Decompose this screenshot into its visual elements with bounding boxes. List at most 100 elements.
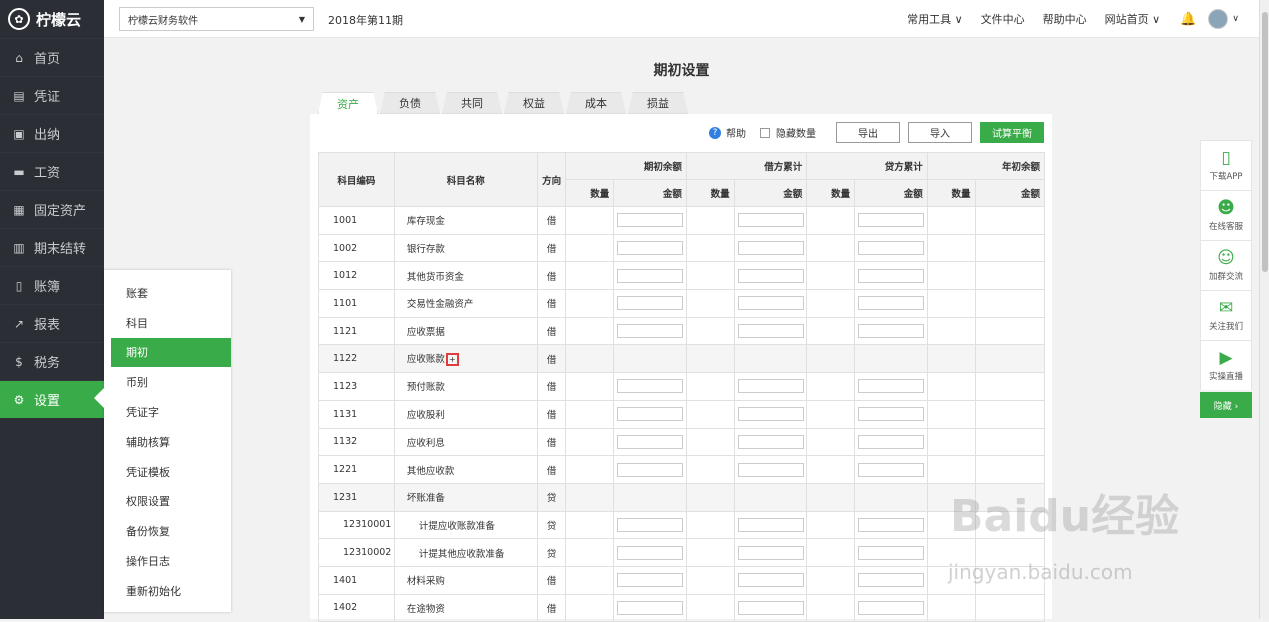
tab-3[interactable]: 权益	[504, 92, 564, 114]
amount-input[interactable]	[857, 434, 924, 449]
qty-cell[interactable]	[565, 399, 615, 429]
qty-cell[interactable]	[926, 289, 976, 318]
amount-input[interactable]	[737, 379, 804, 394]
amount-input[interactable]	[857, 268, 924, 283]
right-item-3[interactable]: ✉ 关注我们	[1200, 290, 1252, 340]
amount-input[interactable]	[857, 241, 924, 256]
sidebar-item-6[interactable]: ▯ 账簿	[0, 266, 104, 304]
amount-input[interactable]	[617, 434, 684, 449]
amount-input[interactable]	[617, 407, 684, 422]
amount-input[interactable]	[857, 545, 924, 560]
qty-cell[interactable]	[565, 233, 615, 263]
amount-input[interactable]	[737, 407, 804, 422]
submenu-item[interactable]: 账套	[104, 278, 231, 308]
amount-input[interactable]	[617, 324, 684, 339]
chevron-down-icon[interactable]: ∨	[1232, 14, 1239, 24]
amount-input[interactable]	[617, 573, 684, 588]
help-icon[interactable]: ?	[709, 126, 721, 139]
amount-input[interactable]	[737, 213, 804, 228]
export-button[interactable]: 导出	[836, 122, 900, 143]
top-nav-home[interactable]: 网站首页 ∨	[1105, 11, 1161, 27]
amount-input[interactable]	[737, 434, 804, 449]
qty-cell[interactable]	[685, 399, 735, 429]
amount-input[interactable]	[857, 407, 924, 422]
sidebar-item-2[interactable]: ▣ 出纳	[0, 114, 104, 152]
amount-input[interactable]	[617, 545, 684, 560]
qty-cell[interactable]	[806, 593, 856, 622]
top-nav-help[interactable]: 帮助中心	[1043, 11, 1087, 27]
amount-input[interactable]	[737, 324, 804, 339]
sidebar-item-7[interactable]: ↗ 报表	[0, 304, 104, 342]
submenu-item[interactable]: 权限设置	[104, 487, 231, 517]
amount-input[interactable]	[617, 296, 684, 311]
qty-cell[interactable]	[565, 372, 615, 401]
amount-input[interactable]	[857, 600, 924, 615]
qty-cell[interactable]	[926, 261, 976, 291]
sidebar-item-5[interactable]: ▥ 期末结转	[0, 228, 104, 266]
help-link[interactable]: 帮助	[726, 125, 746, 140]
qty-cell[interactable]	[926, 316, 976, 346]
sidebar-item-3[interactable]: ▬ 工资	[0, 152, 104, 190]
bell-icon[interactable]: 🔔	[1180, 12, 1196, 27]
amount-input[interactable]	[737, 268, 804, 283]
qty-cell[interactable]	[806, 316, 856, 346]
qty-cell[interactable]	[565, 593, 615, 622]
qty-cell[interactable]	[685, 510, 735, 540]
amount-input[interactable]	[617, 213, 684, 228]
amount-input[interactable]	[617, 462, 684, 477]
import-button[interactable]: 导入	[908, 122, 972, 143]
trial-balance-button[interactable]: 试算平衡	[980, 122, 1044, 143]
qty-cell[interactable]	[685, 372, 735, 401]
qty-cell[interactable]	[565, 455, 615, 484]
submenu-item[interactable]: 辅助核算	[104, 427, 231, 457]
qty-cell[interactable]	[685, 316, 735, 346]
submenu-item[interactable]: 凭证字	[104, 397, 231, 427]
qty-cell[interactable]	[926, 372, 976, 401]
qty-cell[interactable]	[685, 233, 735, 263]
qty-cell[interactable]	[926, 233, 976, 263]
hide-qty-checkbox[interactable]	[760, 127, 770, 138]
submenu-item[interactable]: 凭证模板	[104, 457, 231, 487]
submenu-item[interactable]: 期初	[111, 337, 231, 368]
qty-cell[interactable]	[806, 427, 856, 457]
submenu-item[interactable]: 科目	[104, 308, 231, 338]
qty-cell[interactable]	[565, 316, 615, 346]
tab-2[interactable]: 共同	[442, 92, 502, 114]
amount-input[interactable]	[737, 573, 804, 588]
qty-cell[interactable]	[806, 372, 856, 401]
qty-cell[interactable]	[685, 538, 735, 567]
amount-input[interactable]	[737, 600, 804, 615]
qty-cell[interactable]	[806, 233, 856, 263]
qty-cell[interactable]	[565, 565, 615, 595]
amount-input[interactable]	[617, 517, 684, 532]
tab-5[interactable]: 损益	[628, 92, 688, 114]
tab-1[interactable]: 负债	[380, 92, 440, 114]
sidebar-item-4[interactable]: ▦ 固定资产	[0, 190, 104, 228]
qty-cell[interactable]	[926, 593, 976, 622]
top-nav-tools[interactable]: 常用工具 ∨	[907, 11, 963, 27]
qty-cell[interactable]	[565, 289, 615, 318]
right-item-0[interactable]: ▯ 下载APP	[1200, 140, 1252, 190]
qty-cell[interactable]	[685, 289, 735, 318]
qty-cell[interactable]	[565, 510, 615, 540]
amount-input[interactable]	[737, 517, 804, 532]
qty-cell[interactable]	[806, 455, 856, 484]
top-nav-files[interactable]: 文件中心	[981, 11, 1025, 27]
sidebar-item-1[interactable]: ▤ 凭证	[0, 76, 104, 114]
sidebar-item-9[interactable]: ⚙ 设置	[0, 380, 104, 418]
amount-input[interactable]	[737, 545, 804, 560]
qty-cell[interactable]	[685, 565, 735, 595]
tab-4[interactable]: 成本	[566, 92, 626, 114]
qty-cell[interactable]	[565, 206, 615, 235]
qty-cell[interactable]	[565, 261, 615, 291]
amount-input[interactable]	[857, 573, 924, 588]
logo[interactable]: ✿ 柠檬云	[0, 0, 104, 38]
submenu-item[interactable]: 备份恢复	[104, 516, 231, 546]
add-aux-button[interactable]: +	[445, 353, 459, 367]
scrollbar[interactable]	[1259, 0, 1269, 619]
amount-input[interactable]	[617, 379, 684, 394]
amount-input[interactable]	[857, 324, 924, 339]
amount-input[interactable]	[617, 600, 684, 615]
amount-input[interactable]	[737, 462, 804, 477]
qty-cell[interactable]	[806, 206, 856, 235]
